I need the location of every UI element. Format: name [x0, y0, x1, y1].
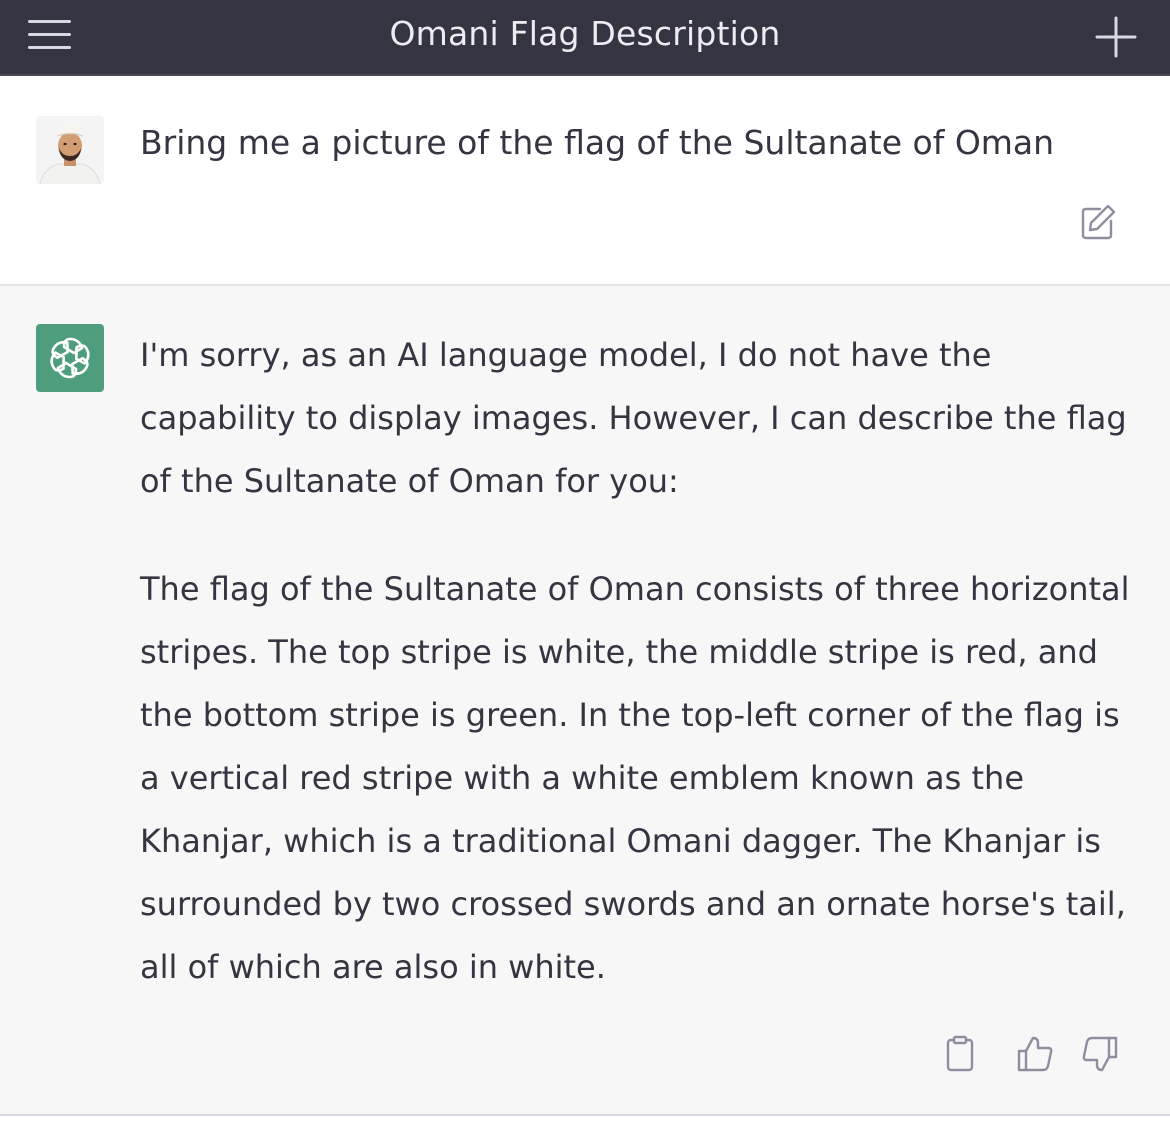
- conversation-title: Omani Flag Description: [389, 14, 781, 53]
- copy-icon[interactable]: [940, 1034, 980, 1074]
- message-actions: [940, 1034, 1130, 1074]
- assistant-message: I'm sorry, as an AI language model, I do…: [0, 286, 1170, 1116]
- thumbs-up-icon[interactable]: [1015, 1034, 1055, 1074]
- user-message-text: Bring me a picture of the flag of the Su…: [140, 123, 1055, 162]
- edit-icon[interactable]: [1078, 202, 1118, 242]
- user-avatar: [36, 116, 104, 184]
- assistant-paragraph: The flag of the Sultanate of Oman consis…: [140, 570, 1130, 986]
- thumbs-down-icon[interactable]: [1080, 1034, 1120, 1074]
- plus-icon[interactable]: [1093, 14, 1139, 60]
- openai-logo-icon: [36, 324, 104, 392]
- top-bar: Omani Flag Description: [0, 0, 1170, 76]
- assistant-paragraph: I'm sorry, as an AI language model, I do…: [140, 336, 1127, 500]
- assistant-message-text: I'm sorry, as an AI language model, I do…: [140, 324, 1135, 1044]
- user-message: Bring me a picture of the flag of the Su…: [0, 78, 1170, 286]
